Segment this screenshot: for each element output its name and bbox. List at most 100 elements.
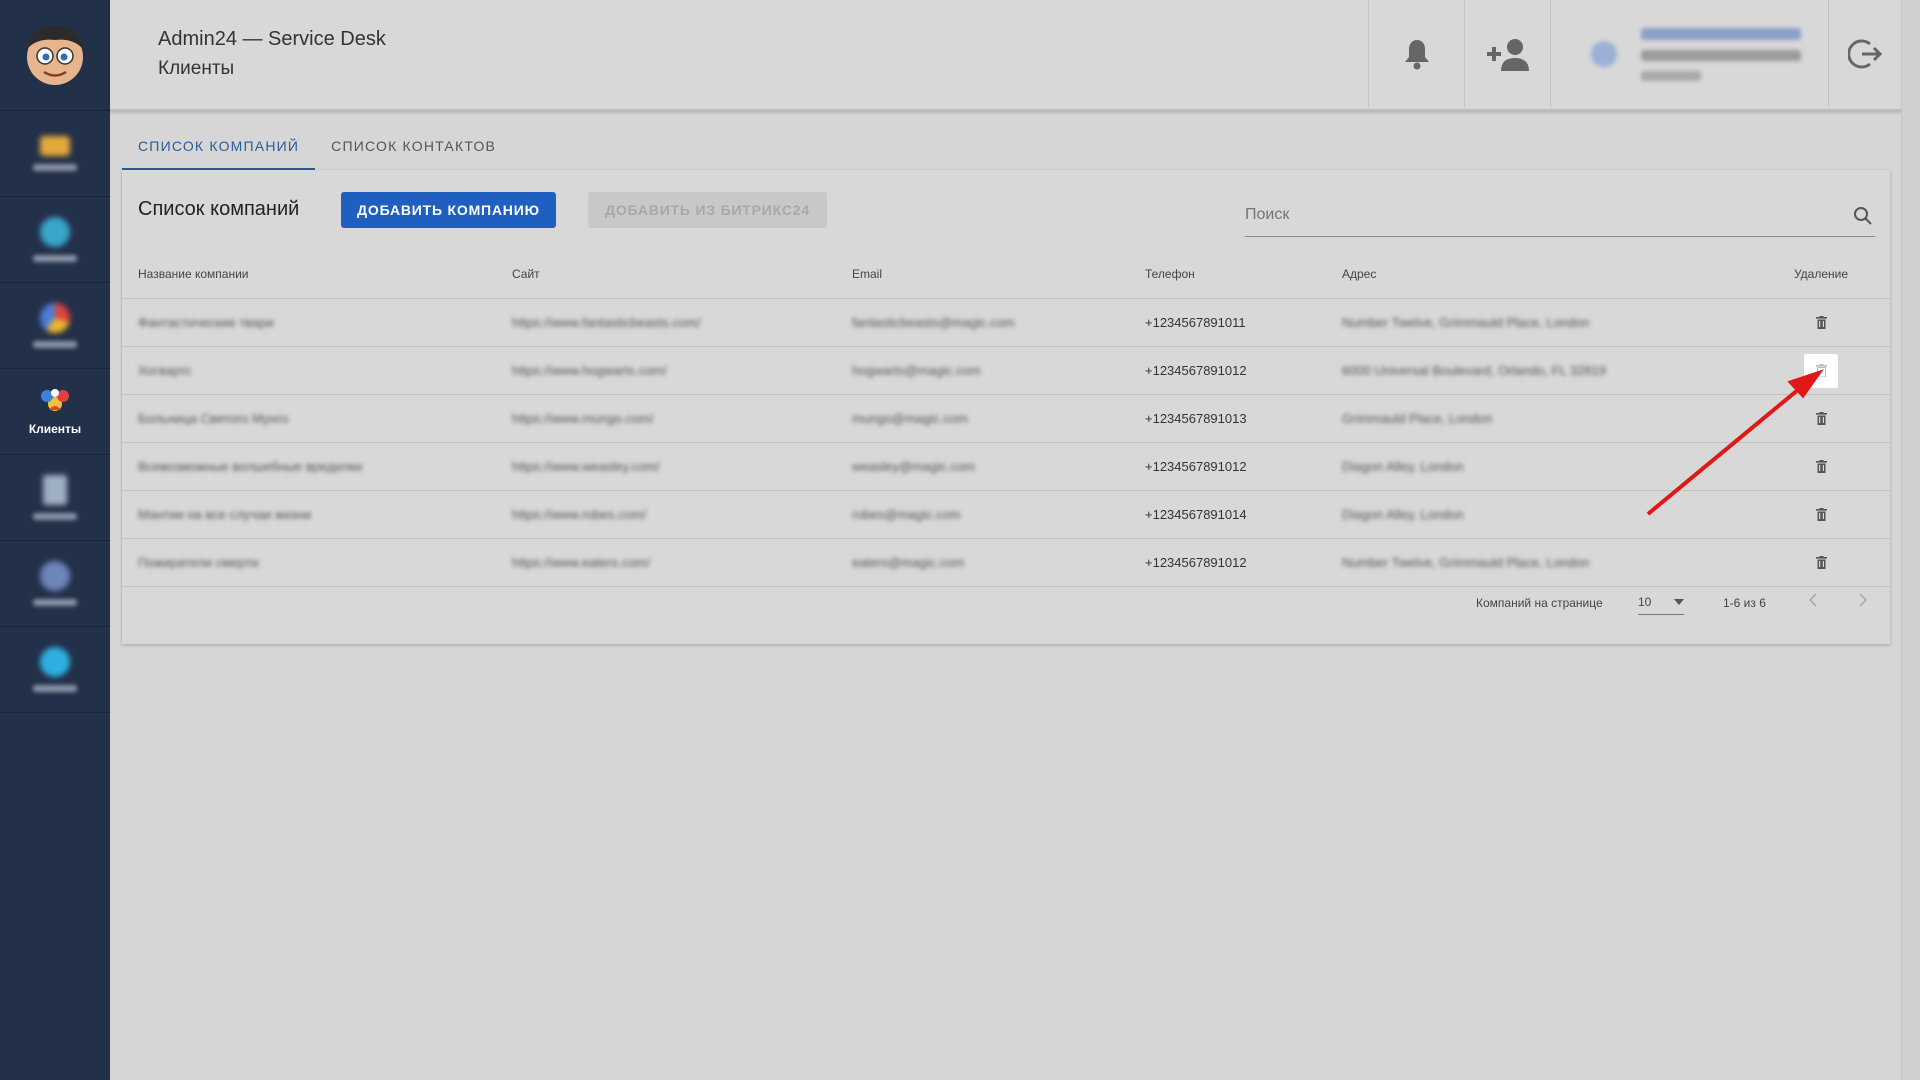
email-cell: weasley@magic.com — [852, 442, 1145, 491]
delete-cell — [1752, 298, 1890, 347]
company-name-cell: Больница Святого Мунго — [122, 394, 512, 443]
trash-icon — [1815, 460, 1827, 473]
clients-icon — [41, 388, 69, 411]
phone-cell: +1234567891014 — [1145, 490, 1342, 539]
search-input[interactable] — [1245, 200, 1825, 230]
table-row[interactable]: Всевозможные волшебные вредилки https://… — [122, 442, 1890, 491]
company-name-cell: Фантастические твари — [122, 298, 512, 347]
company-name-cell: Хогвартс — [122, 346, 512, 395]
add-company-button[interactable]: ДОБАВИТЬ КОМПАНИЮ — [341, 192, 556, 228]
delete-button[interactable] — [1804, 402, 1838, 436]
globe-icon — [40, 217, 70, 247]
trash-icon — [1815, 364, 1827, 377]
delete-button[interactable] — [1804, 306, 1838, 340]
table-row[interactable]: Больница Святого Мунго https://www.mungo… — [122, 394, 1890, 443]
pie-icon — [40, 303, 70, 333]
delete-button-highlighted[interactable] — [1804, 353, 1838, 388]
sidebar-item-clients[interactable]: Клиенты — [0, 369, 110, 455]
delete-cell — [1752, 442, 1890, 491]
user-profile[interactable] — [1550, 0, 1829, 108]
site-cell: https://www.fantasticbeasts.com/ — [512, 298, 852, 347]
table-header-row: Название компании Сайт Email Телефон Адр… — [122, 250, 1890, 299]
search-icon[interactable] — [1853, 206, 1873, 226]
site-cell: https://www.robes.com/ — [512, 490, 852, 539]
logo[interactable] — [0, 0, 110, 111]
avatar — [1591, 41, 1617, 67]
trash-icon — [1815, 412, 1827, 425]
delete-button[interactable] — [1804, 450, 1838, 484]
site-cell: https://www.hogwarts.com/ — [512, 346, 852, 395]
per-page-label: Компаний на странице — [1476, 596, 1603, 610]
phone-cell: +1234567891011 — [1145, 298, 1342, 347]
per-page-value: 10 — [1638, 595, 1652, 609]
chevron-left-icon[interactable] — [1806, 590, 1820, 610]
address-cell: Number Twelve, Grimmauld Place, London — [1342, 298, 1752, 347]
sidebar-item-info[interactable] — [0, 627, 110, 713]
sidebar-item-folders[interactable] — [0, 111, 110, 197]
company-list-card: Список компаний ДОБАВИТЬ КОМПАНИЮ ДОБАВИ… — [122, 170, 1890, 644]
site-cell: https://www.weasley.com/ — [512, 442, 852, 491]
column-header-name[interactable]: Название компании — [122, 250, 512, 299]
site-cell: https://www.mungo.com/ — [512, 394, 852, 443]
company-table: Название компании Сайт Email Телефон Адр… — [122, 250, 1890, 587]
address-cell: Diagon Alley, London — [1342, 442, 1752, 491]
avatar-logo-icon — [27, 26, 83, 85]
delete-cell — [1752, 394, 1890, 443]
app-title: Admin24 — Service Desk — [158, 28, 386, 50]
sidebar-item-label-blurred — [33, 599, 77, 606]
sidebar-item-reports[interactable] — [0, 283, 110, 369]
column-header-phone[interactable]: Телефон — [1145, 250, 1342, 299]
sidebar-item-label-blurred — [33, 513, 77, 520]
company-name-cell: Всевозможные волшебные вредилки — [122, 442, 512, 491]
phone-cell: +1234567891012 — [1145, 346, 1342, 395]
user-info-blurred — [1641, 27, 1801, 81]
add-user-button[interactable] — [1464, 0, 1551, 108]
delete-button[interactable] — [1804, 498, 1838, 532]
sidebar-item-settings[interactable] — [0, 541, 110, 627]
table-row[interactable]: Мантии на все случаи жизни https://www.r… — [122, 490, 1890, 539]
notifications-button[interactable] — [1368, 0, 1465, 108]
per-page-select[interactable]: 10 — [1638, 590, 1684, 615]
info-icon — [40, 647, 70, 677]
table-row[interactable]: Хогвартс https://www.hogwarts.com/ hogwa… — [122, 346, 1890, 395]
trash-icon — [1815, 508, 1827, 521]
sidebar-item-label-blurred — [33, 341, 77, 348]
table-row[interactable]: Фантастические твари https://www.fantast… — [122, 298, 1890, 347]
page-scrollbar[interactable] — [1901, 0, 1920, 1080]
sidebar-item-label-blurred — [33, 255, 77, 262]
chevron-right-icon[interactable] — [1856, 590, 1870, 610]
page-range: 1-6 из 6 — [1723, 596, 1766, 610]
add-user-icon — [1487, 39, 1529, 71]
page-title: Клиенты — [158, 58, 235, 79]
bell-icon — [1405, 40, 1429, 70]
delete-cell — [1752, 490, 1890, 539]
email-cell: fantasticbeasts@magic.com — [852, 298, 1145, 347]
trash-icon — [1815, 316, 1827, 329]
phone-cell: +1234567891012 — [1145, 442, 1342, 491]
column-header-delete: Удаление — [1752, 250, 1890, 299]
email-cell: hogwarts@magic.com — [852, 346, 1145, 395]
sidebar-item-label-blurred — [33, 685, 77, 692]
search-field — [1245, 200, 1875, 237]
phone-cell: +1234567891013 — [1145, 394, 1342, 443]
column-header-address[interactable]: Адрес — [1342, 250, 1752, 299]
column-header-email[interactable]: Email — [852, 250, 1145, 299]
address-cell: Grimmauld Place, London — [1342, 394, 1752, 443]
sidebar-item-globe[interactable] — [0, 197, 110, 283]
settings-icon — [40, 561, 70, 591]
email-cell: robes@magic.com — [852, 490, 1145, 539]
tabs: СПИСОК КОМПАНИЙ СПИСОК КОНТАКТОВ — [122, 128, 512, 170]
tab-company-list[interactable]: СПИСОК КОМПАНИЙ — [122, 128, 316, 170]
sidebar-item-documents[interactable] — [0, 455, 110, 541]
logout-icon — [1848, 39, 1883, 69]
header: Admin24 — Service Desk Клиенты — [110, 0, 1902, 111]
email-cell: mungo@magic.com — [852, 394, 1145, 443]
column-header-site[interactable]: Сайт — [512, 250, 852, 299]
address-cell: Diagon Alley, London — [1342, 490, 1752, 539]
sidebar: Клиенты — [0, 0, 110, 1080]
address-cell: 6000 Universal Boulevard, Orlando, FL 32… — [1342, 346, 1752, 395]
company-name-cell: Мантии на все случаи жизни — [122, 490, 512, 539]
logout-button[interactable] — [1828, 0, 1903, 108]
tab-contact-list[interactable]: СПИСОК КОНТАКТОВ — [315, 128, 512, 170]
delete-cell — [1752, 346, 1890, 395]
